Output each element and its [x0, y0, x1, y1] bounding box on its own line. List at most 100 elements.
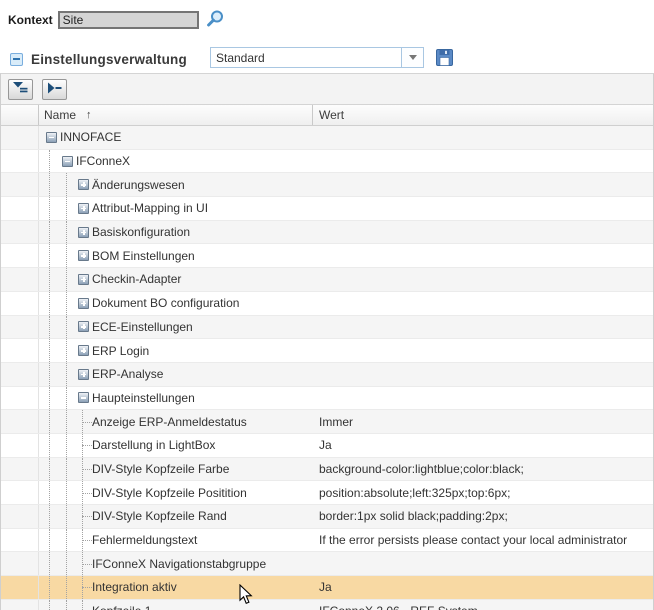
grid-header: Name ↑ Wert [1, 105, 653, 126]
profile-select-arrow-button[interactable] [401, 48, 423, 67]
row-value-cell [313, 244, 653, 267]
row-name: Darstellung in LightBox [92, 438, 215, 452]
row-value-cell [313, 150, 653, 173]
row-value-cell [313, 292, 653, 315]
toolbar [1, 74, 653, 105]
row-name: DIV-Style Kopfzeile Positition [92, 486, 247, 500]
expand-icon[interactable] [78, 274, 89, 285]
tree-row[interactable]: DIV-Style Kopfzeile Farbe background-col… [1, 458, 653, 482]
tree-row[interactable]: DIV-Style Kopfzeile Positition position:… [1, 481, 653, 505]
collapse-all-icon [47, 82, 62, 97]
row-name-cell: Haupteinstellungen [39, 387, 313, 410]
row-name-cell: IFConneX [39, 150, 313, 173]
row-name: Kopfzeile 1 [92, 604, 151, 610]
search-button[interactable] [206, 10, 224, 29]
tree-rows: INNOFACE IFConneX Änderungswesen [1, 126, 653, 610]
tree-row[interactable]: Anzeige ERP-Anmeldestatus Immer [1, 410, 653, 434]
expand-icon[interactable] [78, 179, 89, 190]
tree-row[interactable]: Fehlermeldungstext If the error persists… [1, 529, 653, 553]
row-gutter [1, 458, 39, 481]
tree-row[interactable]: IFConneX [1, 150, 653, 174]
row-name: ERP Login [92, 344, 149, 358]
row-value-cell [313, 552, 653, 575]
tree-row[interactable]: Haupteinstellungen [1, 387, 653, 411]
row-name: Checkin-Adapter [92, 272, 181, 286]
tree-row[interactable]: ERP-Analyse [1, 363, 653, 387]
row-name: IFConneX [76, 154, 130, 168]
row-value-cell [313, 268, 653, 291]
tree-row[interactable]: Änderungswesen [1, 173, 653, 197]
collapse-icon[interactable] [78, 392, 89, 403]
row-name-cell: Basiskonfiguration [39, 221, 313, 244]
tree-row[interactable]: Integration aktiv Ja [1, 576, 653, 600]
row-name-cell: Fehlermeldungstext [39, 529, 313, 552]
context-label: Kontext [8, 13, 53, 27]
magnifier-icon [206, 17, 224, 32]
expand-icon[interactable] [78, 250, 89, 261]
profile-select-value: Standard [211, 48, 401, 67]
row-value: Immer [319, 415, 353, 429]
row-value: Ja [319, 438, 332, 452]
row-name-cell: DIV-Style Kopfzeile Rand [39, 505, 313, 528]
expand-icon[interactable] [78, 345, 89, 356]
tree-row[interactable]: INNOFACE [1, 126, 653, 150]
save-button[interactable] [436, 49, 453, 66]
name-column-label: Name [44, 108, 76, 122]
expand-icon[interactable] [78, 369, 89, 380]
tree-row[interactable]: Kopfzeile 1 IFConneX 2.06 - REF System [1, 600, 653, 610]
row-gutter [1, 410, 39, 433]
expand-icon[interactable] [78, 298, 89, 309]
row-name: Dokument BO configuration [92, 296, 239, 310]
tree-row[interactable]: Darstellung in LightBox Ja [1, 434, 653, 458]
row-gutter [1, 600, 39, 610]
filter-button[interactable] [8, 79, 33, 100]
row-value-cell [313, 126, 653, 149]
tree-row[interactable]: DIV-Style Kopfzeile Rand border:1px soli… [1, 505, 653, 529]
row-gutter [1, 363, 39, 386]
row-gutter [1, 126, 39, 149]
name-column-header[interactable]: Name ↑ [39, 105, 313, 125]
profile-select[interactable]: Standard [210, 47, 424, 68]
chevron-down-icon [409, 55, 417, 60]
row-name-cell: INNOFACE [39, 126, 313, 149]
row-gutter [1, 481, 39, 504]
collapse-icon[interactable] [62, 156, 73, 167]
row-name-cell: BOM Einstellungen [39, 244, 313, 267]
row-value: IFConneX 2.06 - REF System [319, 604, 478, 610]
filter-icon [13, 81, 28, 97]
row-gutter [1, 434, 39, 457]
expand-icon[interactable] [78, 227, 89, 238]
row-name: DIV-Style Kopfzeile Farbe [92, 462, 229, 476]
row-value-cell [313, 197, 653, 220]
row-value-cell [313, 387, 653, 410]
row-gutter [1, 505, 39, 528]
row-name: Änderungswesen [92, 178, 185, 192]
row-name: IFConneX Navigationstabgruppe [92, 557, 266, 571]
wert-column-header[interactable]: Wert [313, 105, 653, 125]
tree-row[interactable]: Basiskonfiguration [1, 221, 653, 245]
row-name-cell: ERP Login [39, 339, 313, 362]
tree-row[interactable]: Attribut-Mapping in UI [1, 197, 653, 221]
tree-row[interactable]: Dokument BO configuration [1, 292, 653, 316]
collapse-all-button[interactable] [42, 79, 67, 100]
tree-row[interactable]: Checkin-Adapter [1, 268, 653, 292]
row-value-cell: Ja [313, 434, 653, 457]
expand-icon[interactable] [78, 321, 89, 332]
tree-row[interactable]: ECE-Einstellungen [1, 316, 653, 340]
row-gutter [1, 552, 39, 575]
expand-icon[interactable] [78, 203, 89, 214]
save-icon [436, 54, 453, 69]
tree-row[interactable]: ERP Login [1, 339, 653, 363]
section-collapse-icon[interactable] [10, 53, 23, 66]
row-value: Ja [319, 580, 332, 594]
collapse-icon[interactable] [46, 132, 57, 143]
context-input[interactable] [58, 11, 199, 29]
row-name: ECE-Einstellungen [92, 320, 193, 334]
row-name-cell: Dokument BO configuration [39, 292, 313, 315]
row-name: ERP-Analyse [92, 367, 163, 381]
row-name: Integration aktiv [92, 580, 177, 594]
tree-row[interactable]: BOM Einstellungen [1, 244, 653, 268]
wert-column-label: Wert [319, 108, 344, 122]
row-name: DIV-Style Kopfzeile Rand [92, 509, 227, 523]
tree-row[interactable]: IFConneX Navigationstabgruppe [1, 552, 653, 576]
